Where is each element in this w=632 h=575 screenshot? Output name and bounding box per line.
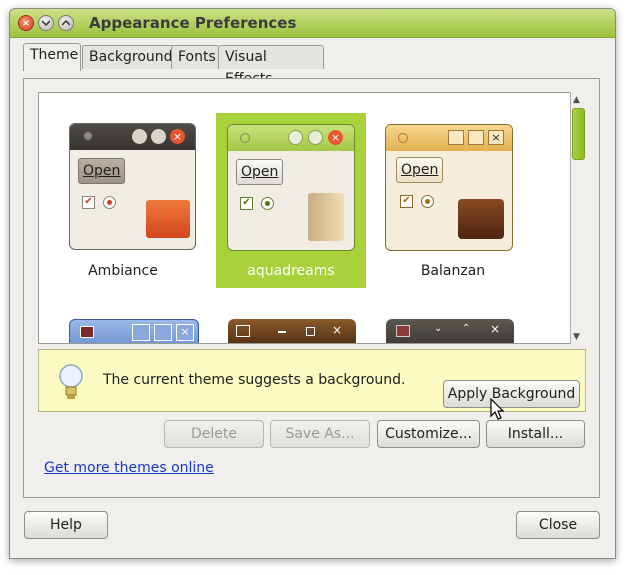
app-icon [396, 325, 410, 337]
theme-thumbnail-partial[interactable]: × [69, 319, 199, 343]
install-label: Install... [507, 426, 564, 442]
get-more-themes-link[interactable]: Get more themes online [44, 460, 214, 476]
window-maximize-button[interactable] [58, 15, 74, 31]
save-as-label: Save As... [285, 426, 355, 442]
folder-icon [458, 199, 504, 239]
tab-theme[interactable]: Theme [23, 43, 81, 71]
maximize-icon [468, 130, 484, 145]
theme-item-balanzan[interactable]: × Open ✔ Balanzan [378, 113, 528, 285]
titlebar: × Appearance Preferences [10, 9, 615, 38]
window-minimize-button[interactable] [38, 15, 54, 31]
help-button[interactable]: Help [24, 511, 108, 539]
close-icon: × [490, 322, 501, 336]
theme-thumbnail-partial[interactable]: ⌄ ⌃ × [386, 319, 514, 343]
close-icon: × [488, 130, 504, 145]
tab-background[interactable]: Background [82, 45, 174, 69]
close-label: Close [538, 517, 578, 533]
scroll-thumb[interactable] [572, 108, 585, 160]
chevron-up-icon [151, 129, 166, 144]
folder-icon [146, 200, 190, 238]
folder-icon [308, 193, 344, 241]
infobar-message: The current theme suggests a background. [103, 372, 406, 388]
close-icon: × [332, 323, 343, 337]
tab-label: Background [89, 49, 173, 65]
install-button[interactable]: Install... [486, 420, 585, 448]
close-button[interactable]: Close [516, 511, 600, 539]
radio-icon [261, 197, 274, 210]
theme-thumbnail: × Open ✔ [227, 124, 355, 251]
radio-icon [103, 196, 116, 209]
maximize-icon [154, 324, 172, 341]
apply-background-label: Apply Background [447, 386, 576, 402]
app-icon [236, 325, 250, 337]
chevron-up-icon: ⌃ [462, 323, 471, 334]
minimize-icon [278, 331, 286, 333]
theme-thumbnail: × Open ✔ [385, 124, 513, 251]
dot-icon [398, 133, 408, 143]
chevron-down-icon [132, 129, 147, 144]
dot-icon [84, 132, 92, 140]
close-icon: × [176, 324, 194, 341]
lightbulb-icon [59, 364, 83, 399]
tab-label: Fonts [178, 49, 216, 65]
theme-name: Ambiance [88, 263, 158, 279]
close-icon: × [170, 129, 185, 144]
chevron-up-icon [308, 130, 323, 145]
chevron-up-icon [62, 20, 70, 26]
dot-icon [240, 133, 250, 143]
minimize-icon [448, 130, 464, 145]
sample-open-button: Open [396, 157, 444, 183]
theme-scrollbar[interactable]: ▲ ▼ [570, 92, 586, 344]
chevron-down-icon [288, 130, 303, 145]
customize-label: Customize... [385, 426, 472, 442]
thumbnail-titlebar: × [386, 125, 512, 151]
save-as-button[interactable]: Save As... [270, 420, 370, 448]
mouse-cursor-icon [490, 398, 505, 420]
sample-open-button: Open [78, 158, 126, 184]
tab-visual-effects[interactable]: Visual Effects [218, 45, 324, 87]
window-title: Appearance Preferences [89, 14, 297, 32]
maximize-icon [306, 327, 315, 336]
minimize-icon [132, 324, 150, 341]
delete-label: Delete [191, 426, 237, 442]
sample-open-label: Open [401, 162, 439, 178]
scroll-up-arrow[interactable]: ▲ [573, 95, 580, 105]
close-icon: × [328, 130, 343, 145]
radio-icon [421, 195, 434, 208]
tab-label: Theme [30, 47, 79, 63]
theme-item-ambiance[interactable]: × Open ✔ Ambiance [48, 113, 198, 285]
apply-background-button[interactable]: Apply Background [443, 380, 580, 408]
sample-open-button: Open [236, 159, 284, 185]
help-label: Help [50, 517, 82, 533]
customize-button[interactable]: Customize... [377, 420, 480, 448]
theme-icon-view[interactable]: × Open ✔ Ambiance × Open ✔ aquadreams × … [38, 92, 586, 344]
checkbox-icon: ✔ [82, 196, 95, 209]
tab-fonts[interactable]: Fonts [171, 45, 219, 69]
checkbox-icon: ✔ [240, 197, 253, 210]
window-close-button[interactable]: × [18, 15, 34, 31]
sample-open-label: Open [241, 164, 279, 180]
theme-name: Balanzan [420, 263, 486, 279]
thumbnail-titlebar: × [228, 125, 354, 151]
theme-item-aquadreams[interactable]: × Open ✔ aquadreams [216, 113, 366, 288]
delete-button[interactable]: Delete [164, 420, 264, 448]
theme-thumbnail: × Open ✔ [69, 123, 196, 250]
thumbnail-titlebar: × [70, 124, 195, 150]
theme-thumbnail-partial[interactable]: × [228, 319, 356, 343]
sample-open-label: Open [83, 163, 121, 179]
chevron-down-icon: ⌄ [434, 323, 443, 334]
chevron-down-icon [42, 20, 50, 26]
app-icon [80, 326, 94, 338]
scroll-down-arrow[interactable]: ▼ [573, 332, 580, 342]
theme-name: aquadreams [247, 263, 335, 279]
checkbox-icon: ✔ [400, 195, 413, 208]
